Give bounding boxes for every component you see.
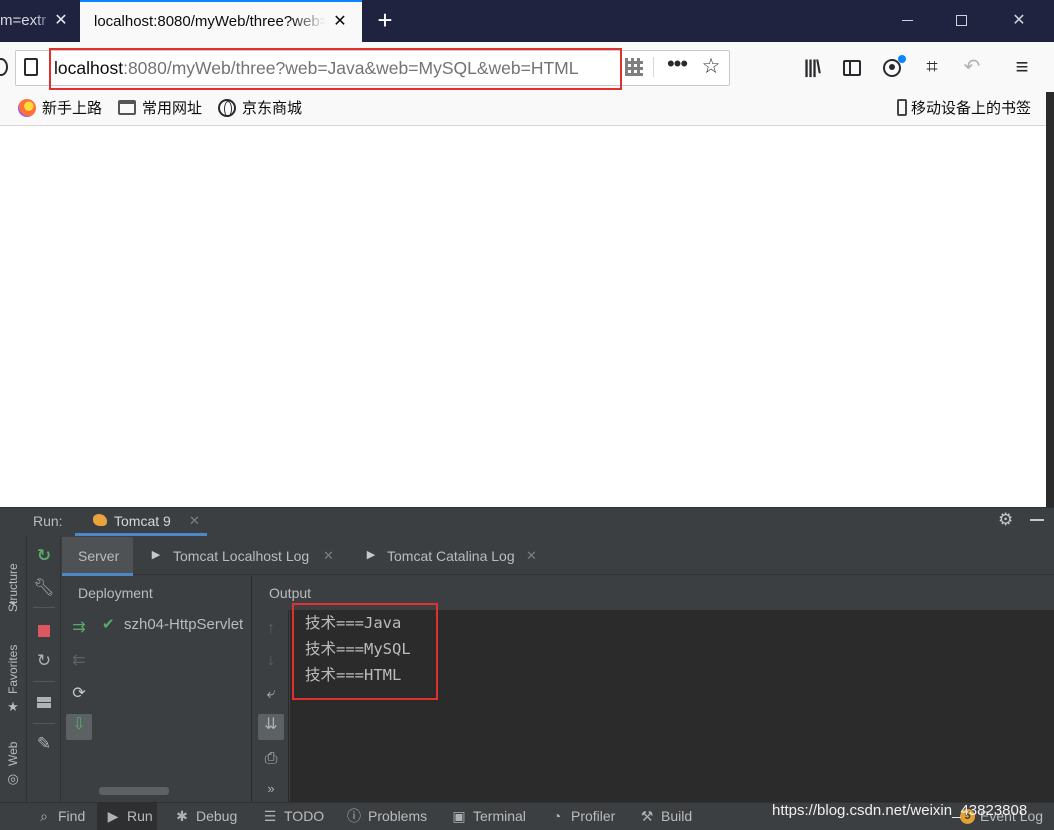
output-highlight-box (292, 603, 438, 700)
play-icon: ▶ (107, 808, 119, 824)
bookmark-folder[interactable]: 常用网址 (118, 99, 202, 119)
bookmark-firefox[interactable]: 新手上路 (18, 99, 102, 119)
run-label: Run: (33, 513, 63, 529)
deployment-item[interactable]: szh04-HttpServlet (124, 615, 252, 635)
hamburger-menu-icon[interactable]: ≡ (1011, 56, 1033, 78)
output-title: Output (269, 585, 312, 601)
bottom-tab-todo[interactable]: ☰ TODO (262, 806, 324, 826)
library-icon[interactable]: |||\ (801, 56, 823, 78)
close-icon[interactable]: ✕ (189, 512, 200, 530)
maximize-icon[interactable] (938, 0, 984, 42)
undo-arrow-icon[interactable]: ↶ (961, 56, 983, 78)
mobile-device-icon (897, 99, 907, 116)
side-tab-web[interactable]: Web (2, 742, 24, 766)
refresh-icon[interactable]: ⟳ (68, 683, 90, 705)
log-icon: ▶ (366, 549, 376, 561)
stop-icon[interactable] (33, 619, 55, 641)
account-badge (898, 55, 906, 63)
rerun-icon[interactable]: ↻ (33, 545, 55, 567)
deploy-icon[interactable]: ⇉ (68, 617, 90, 639)
gear-icon[interactable]: ⚙ (998, 511, 1013, 529)
tomcat-icon (93, 514, 107, 526)
close-icon[interactable]: ✕ (526, 547, 537, 565)
tab-localhost-log[interactable]: Tomcat Localhost Log (173, 547, 309, 565)
action-separator (33, 681, 55, 682)
terminal-icon: ▣ (452, 808, 466, 824)
tab-catalina-log[interactable]: Tomcat Catalina Log (387, 547, 515, 565)
run-tab-label[interactable]: Tomcat 9 (114, 512, 171, 530)
deployment-title: Deployment (78, 585, 153, 601)
scroll-to-end-icon[interactable]: ⇊ (258, 714, 284, 740)
qr-code-icon[interactable] (625, 58, 643, 76)
side-tab-favorites[interactable]: Favorites (2, 645, 24, 694)
bottom-tab-terminal[interactable]: ▣ Terminal (451, 806, 526, 826)
close-icon[interactable]: ✕ (332, 14, 348, 30)
wrench-icon[interactable]: 🔧︎ (33, 577, 55, 599)
globe-icon (218, 99, 236, 117)
watermark: https://blog.csdn.net/weixin_43823808 (772, 802, 1028, 819)
log-icon: ▶ (151, 549, 161, 561)
close-icon[interactable]: ✕ (53, 13, 69, 29)
url-highlight-box (49, 48, 622, 90)
arrow-up-icon[interactable]: ↑ (260, 618, 282, 640)
tab-previous-label: m=extr (0, 12, 47, 29)
bottom-tab-profiler[interactable]: ◔ Profiler (549, 806, 616, 826)
bookmark-mobile[interactable]: 移动设备上的书签 (897, 99, 1031, 119)
page-actions-icon[interactable]: ••• (664, 53, 690, 78)
new-tab-plus-icon[interactable]: + (372, 7, 398, 34)
bottom-tab-problems[interactable]: ⓘ Problems (346, 806, 427, 826)
deployment-scrollbar[interactable] (99, 787, 169, 795)
pin-icon[interactable]: ✎ (33, 733, 55, 755)
url-separator (653, 57, 654, 77)
tab-active[interactable]: localhost:8080/myWeb/three?web=Java&web=… (80, 0, 362, 42)
page-info-icon[interactable] (24, 58, 38, 76)
more-chevron-icon[interactable]: » (260, 778, 282, 800)
search-icon: ⌕ (40, 808, 48, 824)
action-separator (33, 607, 55, 608)
minimize-icon[interactable] (884, 0, 930, 42)
deploy-all-icon[interactable]: ⇩ (66, 714, 92, 740)
layout-icon[interactable] (33, 691, 55, 713)
deployment-pane (62, 576, 252, 802)
structure-icon: ▪ (10, 595, 16, 610)
folder-icon (118, 100, 136, 115)
window-close-icon[interactable]: ✕ (996, 0, 1042, 42)
screenshot-crop-icon[interactable]: ⌗ (921, 56, 943, 78)
bottom-tab-find[interactable]: ⌕ Find (36, 806, 85, 826)
check-icon: ✔ (102, 616, 115, 633)
bookmark-star-icon[interactable]: ☆ (700, 56, 722, 78)
undeploy-icon[interactable]: ⇇ (68, 650, 90, 672)
bottom-tab-build[interactable]: ⚒ Build (639, 806, 692, 826)
background-window-edge (1046, 92, 1054, 508)
sidebar-icon[interactable] (841, 56, 863, 78)
print-icon[interactable]: ⎙ (260, 748, 282, 770)
update-icon[interactable]: ↻ (33, 650, 55, 672)
profiler-icon: ◔ (552, 808, 562, 824)
tab-previous[interactable]: m=extr ✕ (0, 0, 80, 42)
tab-active-label: localhost:8080/myWeb/three?web=Java&web=… (94, 13, 326, 30)
firefox-icon (18, 99, 36, 117)
star-icon: ★ (7, 699, 19, 714)
hide-panel-icon[interactable] (1030, 519, 1044, 521)
info-icon: ⓘ (347, 808, 361, 824)
arrow-down-icon[interactable]: ↓ (260, 650, 282, 672)
bottom-tab-debug[interactable]: ✱ Debug (174, 806, 237, 826)
bottom-tab-run[interactable]: ▶ Run (105, 806, 153, 826)
close-icon[interactable]: ✕ (323, 547, 334, 565)
list-icon: ☰ (263, 808, 277, 824)
hammer-icon: ⚒ (640, 808, 654, 824)
page-content (0, 127, 1046, 507)
bookmark-jd[interactable]: 京东商城 (218, 99, 302, 119)
action-separator (33, 723, 55, 724)
soft-wrap-icon[interactable]: ⤶ (260, 683, 282, 705)
bug-icon: ✱ (176, 808, 188, 824)
tab-server-label[interactable]: Server (78, 547, 119, 565)
web-globe-icon: ◎ (7, 771, 19, 786)
